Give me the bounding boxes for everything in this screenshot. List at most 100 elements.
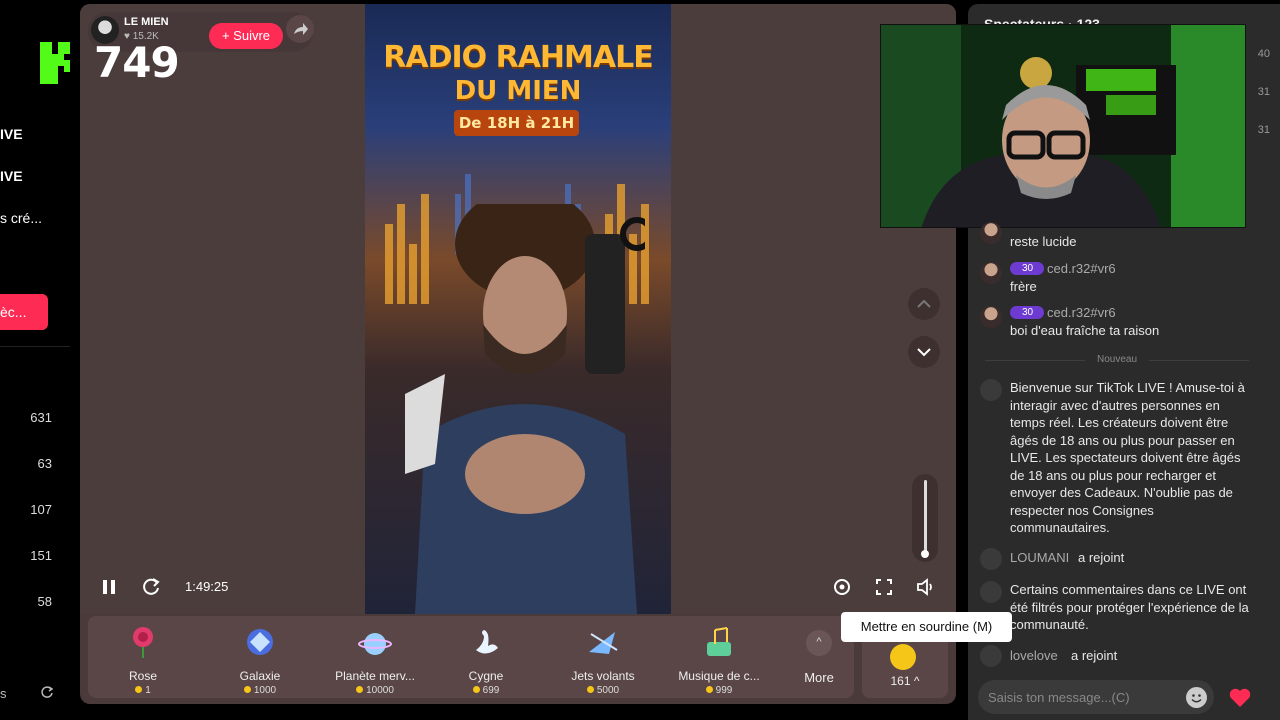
gift-item[interactable]: Rose 1	[88, 620, 198, 698]
join-username[interactable]: lovelove	[1010, 648, 1058, 663]
tiktok-icon	[980, 379, 1002, 401]
video-area[interactable]: RADIO RAHMALE DU MIEN De 18H à 21H	[80, 4, 956, 614]
video-title-line1: RADIO RAHMALE	[383, 40, 653, 75]
gift-name: Galaxie	[239, 669, 281, 683]
tiktok-icon	[980, 581, 1002, 603]
chat-username[interactable]: ced.r32#vr6	[1047, 305, 1116, 320]
sidebar-item-live-1[interactable]: IVE	[0, 126, 23, 142]
sidebar-count: 63	[37, 456, 52, 471]
coins-balance: 161 ^	[890, 674, 920, 688]
sidebar-count: 58	[37, 594, 52, 609]
music-icon	[707, 627, 731, 656]
gift-name: Rose	[128, 669, 157, 683]
planet-icon	[358, 633, 392, 655]
share-button[interactable]	[286, 15, 314, 43]
fan-badge: 30	[1010, 306, 1044, 319]
system-filtered-message: Certains commentaires dans ce LIVE ont é…	[1010, 582, 1249, 632]
system-welcome-message: Bienvenue sur TikTok LIVE ! Amuse-toi à …	[1010, 380, 1245, 535]
webcam-image	[881, 25, 1245, 227]
gift-price: 10000	[320, 685, 430, 696]
gift-item[interactable]: Cygne 699	[431, 620, 541, 698]
sidebar-item-creators[interactable]: s cré...	[0, 210, 42, 226]
channel-name[interactable]: LE MIEN	[124, 16, 169, 28]
join-icon	[980, 645, 1002, 667]
streamer-webcam	[880, 24, 1246, 228]
sidebar-login-button[interactable]: èc...	[0, 294, 48, 330]
chat-user-avatar[interactable]	[980, 262, 1002, 284]
fullscreen-button[interactable]	[872, 575, 896, 599]
fan-badge: 30	[1010, 262, 1044, 275]
sidebar-count: 631	[30, 410, 52, 425]
chevron-up-icon	[917, 299, 931, 308]
join-action: a rejoint	[1078, 550, 1125, 565]
app-root: IVE IVE s cré... èc... 631 63 107 151 58…	[0, 0, 1280, 720]
left-sidebar: IVE IVE s cré... èc... 631 63 107 151 58…	[0, 0, 80, 720]
kick-logo-icon	[40, 42, 70, 84]
galaxy-icon	[247, 629, 273, 655]
sidebar-footer-label: s	[0, 686, 7, 701]
next-live-button[interactable]	[908, 336, 940, 368]
settings-button[interactable]	[830, 575, 854, 599]
gift-price: 699	[431, 685, 541, 696]
previous-live-button[interactable]	[908, 288, 940, 320]
emoji-button[interactable]	[1186, 687, 1207, 708]
join-action: a rejoint	[1071, 648, 1118, 663]
chat-message-text: reste lucide	[1010, 234, 1077, 249]
swan-icon	[476, 630, 498, 654]
volume-slider[interactable]	[912, 474, 938, 562]
chat-username[interactable]: ced.r32#vr6	[1047, 261, 1116, 276]
gift-price: 999	[664, 685, 774, 696]
gift-name: Planète merv...	[335, 669, 415, 683]
chat-side-number: 40	[1257, 48, 1270, 60]
live-video[interactable]: RADIO RAHMALE DU MIEN De 18H à 21H	[365, 4, 671, 614]
coin-icon	[890, 644, 916, 670]
gift-name: Jets volants	[571, 669, 635, 683]
gift-item[interactable]: Jets volants 5000	[548, 620, 658, 698]
gift-price: 1000	[205, 685, 315, 696]
gift-more-toggle[interactable]: ^	[806, 630, 832, 656]
video-title-line2: DU MIEN	[454, 76, 582, 106]
sidebar-count: 151	[30, 548, 52, 563]
live-player: RADIO RAHMALE DU MIEN De 18H à 21H LE MI…	[80, 4, 956, 704]
rose-icon	[133, 627, 153, 658]
mute-tooltip: Mettre en sourdine (M)	[841, 612, 1012, 642]
video-schedule: De 18H à 21H	[454, 110, 579, 136]
chevron-down-icon	[917, 348, 931, 357]
chat-user-avatar[interactable]	[980, 222, 1002, 244]
volume-track[interactable]	[924, 480, 927, 554]
new-messages-divider: Nouveau	[985, 354, 1249, 365]
chat-side-number: 31	[1257, 86, 1270, 98]
join-icon	[980, 548, 1002, 570]
elapsed-time: 1:49:25	[185, 579, 229, 594]
pause-button[interactable]	[97, 575, 121, 599]
gift-item[interactable]: Musique de c... 999	[664, 620, 774, 698]
sidebar-count: 107	[30, 502, 52, 517]
gift-more-button[interactable]: More	[788, 670, 850, 685]
share-icon	[294, 23, 308, 35]
gift-bar: Rose 1 Galaxie 1000 Planète merv... 1000…	[88, 616, 854, 698]
gift-name: Musique de c...	[678, 669, 760, 683]
kick-viewer-count: 749	[94, 38, 180, 87]
heart-like-button[interactable]	[1228, 686, 1252, 708]
chat-side-number: 31	[1257, 124, 1270, 136]
streamer-figure	[405, 204, 645, 614]
gift-item[interactable]: Planète merv... 10000	[320, 620, 430, 698]
chat-message-input[interactable]	[978, 680, 1214, 714]
emoji-icon	[1191, 694, 1202, 703]
gift-name: Cygne	[468, 669, 504, 683]
mute-button[interactable]	[914, 575, 938, 599]
sidebar-item-live-2[interactable]: IVE	[0, 168, 23, 184]
chat-user-avatar[interactable]	[980, 306, 1002, 328]
join-username[interactable]: LOUMANI	[1010, 550, 1069, 565]
refresh-icon[interactable]	[40, 685, 54, 699]
sidebar-divider	[0, 346, 70, 347]
gift-price: 1	[88, 685, 198, 696]
chat-message-text: frère	[1010, 279, 1037, 294]
refresh-button[interactable]	[139, 575, 163, 599]
follow-button[interactable]: + Suivre	[209, 23, 283, 49]
gift-item[interactable]: Galaxie 1000	[205, 620, 315, 698]
chat-message-text: boi d'eau fraîche ta raison	[1010, 323, 1160, 338]
jets-icon	[589, 632, 618, 654]
volume-knob[interactable]	[921, 550, 929, 558]
gift-price: 5000	[548, 685, 658, 696]
